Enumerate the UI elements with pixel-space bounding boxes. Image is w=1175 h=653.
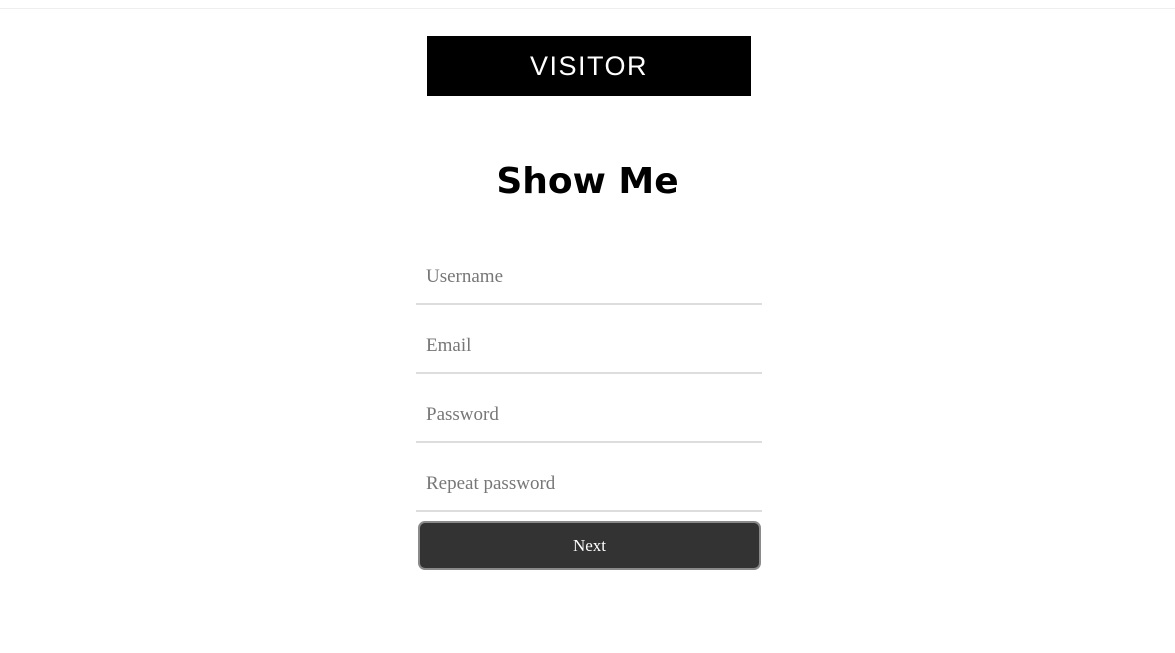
signup-form: Next: [416, 242, 762, 570]
repeat-password-input[interactable]: [416, 449, 762, 512]
email-input[interactable]: [416, 311, 762, 374]
page: VISITOR Show Me Next: [0, 8, 1175, 653]
page-title: Show Me: [496, 161, 679, 202]
visitor-banner-label: VISITOR: [529, 50, 649, 81]
username-input[interactable]: [416, 242, 762, 305]
password-input[interactable]: [416, 380, 762, 443]
next-button[interactable]: Next: [418, 521, 761, 570]
visitor-banner: VISITOR: [427, 36, 751, 96]
